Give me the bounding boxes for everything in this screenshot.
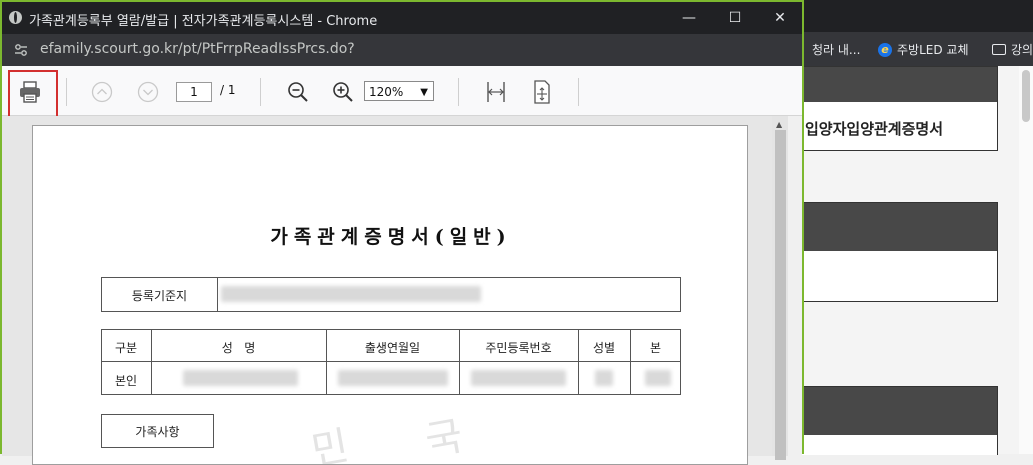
- background-card: [780, 202, 998, 302]
- redacted-gender: [595, 370, 613, 386]
- address-bar: efamily.scourt.go.kr/pt/PtFrrpReadIssPrc…: [2, 34, 802, 66]
- bookmark-item[interactable]: 강의: [992, 41, 1033, 58]
- header-category: 구분: [114, 341, 138, 355]
- card-header: [781, 387, 997, 435]
- bookmark-label: 강의: [1011, 43, 1033, 57]
- header-resident-number: 주민등록번호: [485, 341, 552, 355]
- header-origin: 본: [649, 341, 662, 355]
- chevron-up-icon: [91, 81, 113, 103]
- bookmark-label: 주방LED 교체: [897, 43, 969, 57]
- chevron-down-icon: [137, 81, 159, 103]
- zoom-select[interactable]: 120% ▼: [364, 81, 434, 101]
- header-birthdate: 출생연월일: [364, 341, 421, 355]
- maximize-button[interactable]: ☐: [720, 8, 750, 28]
- fit-page-button[interactable]: [529, 79, 555, 105]
- previous-page-button[interactable]: [90, 80, 114, 104]
- redacted-resident-number: [471, 370, 566, 386]
- header-gender: 성별: [592, 341, 616, 355]
- url-text[interactable]: efamily.scourt.go.kr/pt/PtFrrpReadIssPrc…: [40, 41, 355, 57]
- redacted-origin: [645, 370, 671, 386]
- redacted-birthdate: [338, 370, 448, 386]
- viewer-toolbar: 1 / 1 120% ▼: [2, 66, 802, 122]
- site-settings-icon[interactable]: [13, 42, 29, 58]
- row-label-self: 본인: [114, 374, 138, 388]
- bookmark-label: 청라 내...: [812, 43, 861, 57]
- toolbar-divider: [66, 78, 67, 106]
- zoom-value: 120%: [369, 85, 404, 99]
- zoom-out-button[interactable]: [285, 79, 311, 105]
- next-page-button[interactable]: [136, 80, 160, 104]
- viewer-scrollbar[interactable]: ▲: [772, 116, 788, 460]
- header-name: 성 명: [221, 341, 256, 355]
- minimize-button[interactable]: —: [674, 8, 704, 28]
- popup-titlebar: 가족관계등록부 열람/발급 | 전자가족관계등록시스템 - Chrome — ☐…: [2, 2, 802, 34]
- card-body[interactable]: 입양자입양관계증명서: [781, 102, 997, 150]
- card-header: [781, 67, 997, 102]
- dropdown-caret-icon: ▼: [420, 87, 428, 98]
- pdf-page: 가족관계증명서(일반) 등록기준지 구분 성 명 출생연월일 주민등록번호 성별…: [32, 125, 748, 465]
- popup-window: 가족관계등록부 열람/발급 | 전자가족관계등록시스템 - Chrome — ☐…: [0, 0, 804, 465]
- pdf-viewer: 1 / 1 120% ▼ ▲ 가족관계증명서(일반) 등록기준지 구분 성 명 …: [2, 66, 802, 465]
- zoom-out-icon: [288, 82, 308, 102]
- zoom-in-button[interactable]: [330, 79, 356, 105]
- card-title: 입양자입양관계증명서: [805, 120, 944, 138]
- scrollbar-thumb[interactable]: [1022, 70, 1030, 122]
- zoom-in-icon: [333, 82, 353, 102]
- page-number-input[interactable]: 1: [176, 82, 212, 102]
- globe-icon: [9, 11, 22, 24]
- watermark-char: 민: [307, 423, 353, 465]
- toolbar-divider: [260, 78, 261, 106]
- card-body[interactable]: [781, 435, 997, 455]
- fit-width-icon: [487, 82, 505, 102]
- document-title: 가족관계증명서(일반): [270, 226, 512, 248]
- bookmark-item[interactable]: e 주방LED 교체: [878, 41, 968, 58]
- redacted-address: [221, 286, 481, 302]
- close-button[interactable]: ✕: [765, 8, 795, 28]
- folder-icon: [992, 44, 1006, 55]
- ie-icon: e: [878, 42, 892, 57]
- background-card: 입양자입양관계증명서: [780, 66, 998, 151]
- viewer-edge: [788, 116, 802, 456]
- card-body[interactable]: [781, 251, 997, 301]
- page-total: / 1: [220, 83, 236, 97]
- toolbar-divider: [458, 78, 459, 106]
- scroll-up-icon[interactable]: ▲: [776, 120, 782, 129]
- background-card: [780, 386, 998, 455]
- toolbar-divider: [578, 78, 579, 106]
- fit-width-button[interactable]: [483, 79, 509, 105]
- window-title: 가족관계등록부 열람/발급 | 전자가족관계등록시스템 - Chrome: [29, 14, 378, 29]
- scrollbar-thumb[interactable]: [775, 130, 786, 460]
- registration-label: 등록기준지: [131, 289, 188, 303]
- bookmark-item[interactable]: 청라 내...: [812, 41, 860, 58]
- print-highlight-box: [8, 70, 58, 122]
- family-section-label: 가족사항: [135, 425, 180, 439]
- watermark-char: 국: [421, 413, 467, 465]
- redacted-name: [183, 370, 298, 386]
- background-scrollbar[interactable]: [1019, 66, 1033, 454]
- card-header: [781, 203, 997, 251]
- fit-page-icon: [534, 80, 550, 104]
